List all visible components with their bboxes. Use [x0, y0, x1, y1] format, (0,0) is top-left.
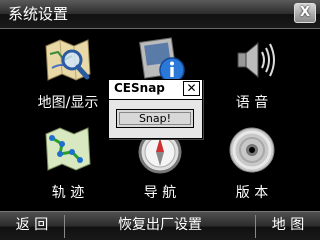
tile-label: 轨 迹	[51, 185, 85, 201]
window-title: 系统设置	[8, 5, 69, 23]
tile-label: 版 本	[235, 185, 269, 201]
back-button[interactable]: 返 回	[0, 212, 64, 240]
map-magnifier-icon	[45, 39, 91, 81]
title-bar: 系统设置 X	[0, 0, 320, 29]
settings-screen: 系统设置 X 地图/显示 语 音 轨 迹 导 航 版 本 CESnap ✕ Sn…	[0, 0, 320, 240]
bottom-bar: 返 回 恢复出厂设置 地 图	[0, 211, 320, 240]
tile-track[interactable]: 轨 迹	[15, 120, 121, 210]
speaker-icon	[237, 41, 275, 79]
close-button[interactable]: X	[294, 3, 316, 23]
disc-icon	[229, 127, 275, 173]
dialog-close-button[interactable]: ✕	[183, 81, 200, 96]
factory-reset-button[interactable]: 恢复出厂设置	[65, 212, 255, 240]
dialog-title-bar: CESnap ✕	[109, 80, 202, 100]
tile-label: 导 航	[143, 185, 177, 201]
dialog-title: CESnap	[114, 81, 165, 95]
track-map-icon	[45, 127, 91, 171]
tile-voice[interactable]: 语 音	[199, 30, 305, 120]
map-button[interactable]: 地 图	[256, 212, 320, 240]
cesnap-dialog: CESnap ✕ Snap!	[108, 79, 203, 139]
tile-label: 地图/显示	[37, 95, 99, 111]
tile-map-display[interactable]: 地图/显示	[15, 30, 121, 120]
tile-version[interactable]: 版 本	[199, 120, 305, 210]
tile-label: 语 音	[235, 95, 269, 111]
snap-button[interactable]: Snap!	[115, 108, 195, 129]
